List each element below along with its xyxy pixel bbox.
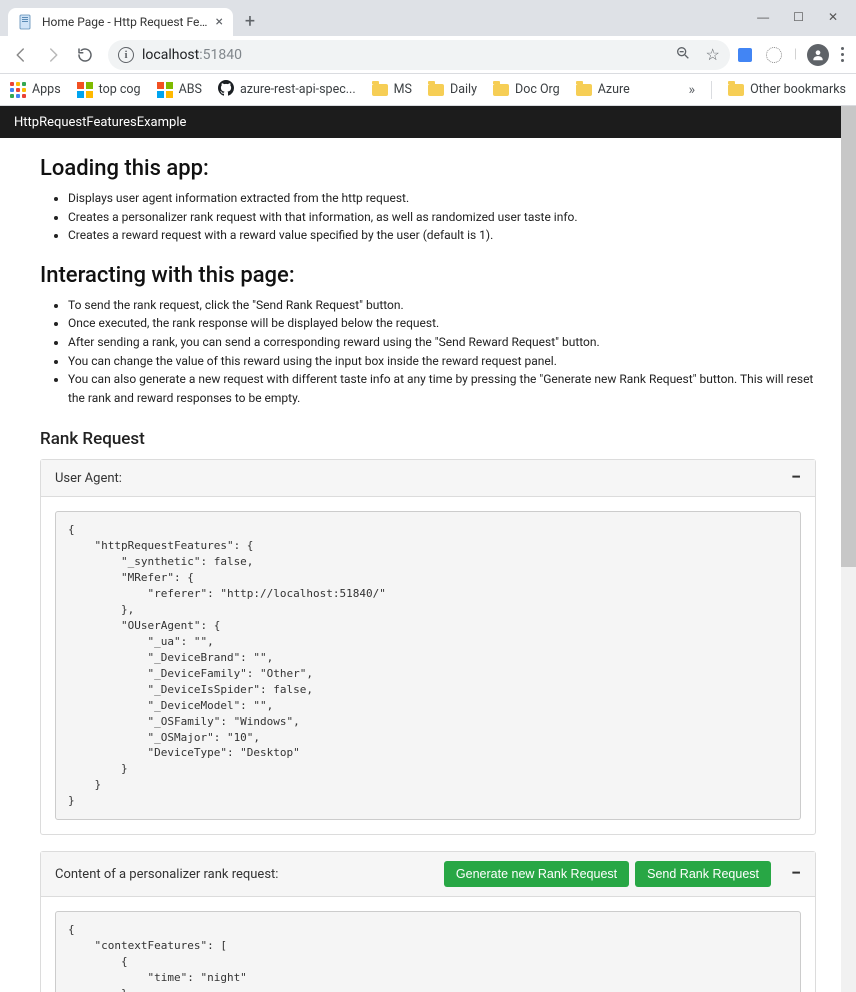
bm-label: Doc Org [515, 82, 560, 97]
panel-title: User Agent: [55, 471, 122, 486]
microsoft-icon [157, 82, 173, 98]
folder-icon [728, 84, 744, 96]
bm-label: Daily [450, 82, 477, 97]
forward-button[interactable] [38, 40, 68, 70]
loading-heading: Loading this app: [40, 156, 816, 181]
bookmarks-overflow-icon[interactable]: » [689, 82, 696, 98]
separator: | [794, 47, 797, 62]
panel-body: { "httpRequestFeatures": { "_synthetic":… [41, 497, 815, 834]
window-controls: — ☐ ✕ [757, 10, 848, 36]
zoom-icon[interactable] [675, 45, 691, 65]
bm-other-bookmarks[interactable]: Other bookmarks [728, 82, 846, 97]
generate-rank-button[interactable]: Generate new Rank Request [444, 861, 629, 887]
panel-actions: Generate new Rank Request Send Rank Requ… [444, 861, 801, 887]
list-item: Displays user agent information extracte… [68, 189, 816, 208]
close-window-icon[interactable]: ✕ [828, 10, 838, 24]
panel-user-agent: User Agent: − { "httpRequestFeatures": {… [40, 459, 816, 835]
code-block-user-agent: { "httpRequestFeatures": { "_synthetic":… [55, 511, 801, 820]
page-body: Loading this app: Displays user agent in… [0, 138, 856, 992]
panel-header[interactable]: User Agent: − [41, 460, 815, 497]
site-info-icon[interactable]: i [118, 47, 134, 63]
panel-title: Content of a personalizer rank request: [55, 867, 278, 882]
bm-label: ABS [179, 82, 202, 97]
app-header-bar: HttpRequestFeaturesExample [0, 106, 856, 138]
panel-rank-request: Content of a personalizer rank request: … [40, 851, 816, 992]
interacting-heading: Interacting with this page: [40, 263, 816, 288]
bm-label: Other bookmarks [750, 82, 846, 97]
scrollbar-track[interactable] [841, 106, 856, 992]
app-title: HttpRequestFeaturesExample [14, 115, 186, 130]
bookmark-star-icon[interactable]: ☆ [705, 45, 719, 64]
browser-tab[interactable]: Home Page - Http Request Featu × [8, 8, 233, 36]
panel-header[interactable]: Content of a personalizer rank request: … [41, 852, 815, 897]
list-item: After sending a rank, you can send a cor… [68, 333, 816, 352]
folder-icon [493, 84, 509, 96]
bm-daily[interactable]: Daily [428, 82, 477, 97]
tab-title: Home Page - Http Request Featu [42, 15, 208, 29]
rank-request-heading: Rank Request [40, 429, 816, 449]
apps-shortcut[interactable]: Apps [10, 82, 61, 98]
list-item: Once executed, the rank response will be… [68, 314, 816, 333]
folder-icon [576, 84, 592, 96]
url-text: localhost:51840 [142, 47, 667, 63]
github-icon [218, 80, 234, 100]
tab-strip: Home Page - Http Request Featu × + — ☐ ✕ [0, 0, 856, 36]
bm-abs[interactable]: ABS [157, 82, 202, 98]
loading-list: Displays user agent information extracte… [40, 189, 816, 245]
microsoft-icon [77, 82, 93, 98]
bookmarks-bar: Apps top cog ABS azure-rest-api-spec... … [0, 74, 856, 106]
new-tab-button[interactable]: + [233, 11, 261, 36]
reader-extension-icon[interactable] [738, 48, 752, 62]
collapse-icon[interactable]: − [791, 469, 801, 487]
bm-label: top cog [99, 82, 141, 97]
bm-azure[interactable]: Azure [576, 82, 630, 97]
minimize-icon[interactable]: — [757, 10, 769, 24]
close-icon[interactable]: × [216, 15, 223, 29]
address-bar[interactable]: i localhost:51840 ☆ [108, 40, 730, 70]
panel-body: { "contextFeatures": [ { "time": "night"… [41, 897, 815, 992]
separator [711, 81, 712, 99]
collapse-icon[interactable]: − [791, 865, 801, 883]
folder-icon [372, 84, 388, 96]
profile-avatar-icon[interactable] [807, 44, 829, 66]
browser-chrome: Home Page - Http Request Featu × + — ☐ ✕… [0, 0, 856, 106]
code-block-rank-request: { "contextFeatures": [ { "time": "night"… [55, 911, 801, 992]
browser-toolbar: i localhost:51840 ☆ | [0, 36, 856, 74]
page-viewport: HttpRequestFeaturesExample Loading this … [0, 106, 856, 992]
bm-doc-org[interactable]: Doc Org [493, 82, 560, 97]
reload-button[interactable] [70, 40, 100, 70]
apps-grid-icon [10, 82, 26, 98]
list-item: You can also generate a new request with… [68, 370, 816, 407]
list-item: To send the rank request, click the "Sen… [68, 296, 816, 315]
interacting-list: To send the rank request, click the "Sen… [40, 296, 816, 408]
bm-azure-rest[interactable]: azure-rest-api-spec... [218, 80, 356, 100]
send-rank-button[interactable]: Send Rank Request [635, 861, 771, 887]
list-item: Creates a personalizer rank request with… [68, 208, 816, 227]
bm-top-cog[interactable]: top cog [77, 82, 141, 98]
bm-ms[interactable]: MS [372, 82, 412, 97]
menu-kebab-icon[interactable] [841, 47, 844, 62]
folder-icon [428, 84, 444, 96]
back-button[interactable] [6, 40, 36, 70]
list-item: Creates a reward request with a reward v… [68, 226, 816, 245]
maximize-icon[interactable]: ☐ [793, 10, 804, 24]
bm-label: azure-rest-api-spec... [240, 82, 356, 97]
extension-icon[interactable] [766, 47, 782, 63]
bm-label: Azure [598, 82, 630, 97]
tab-favicon [18, 14, 34, 30]
bm-label: Apps [32, 82, 61, 97]
bm-label: MS [394, 82, 412, 97]
list-item: You can change the value of this reward … [68, 352, 816, 371]
scrollbar-thumb[interactable] [841, 106, 856, 567]
